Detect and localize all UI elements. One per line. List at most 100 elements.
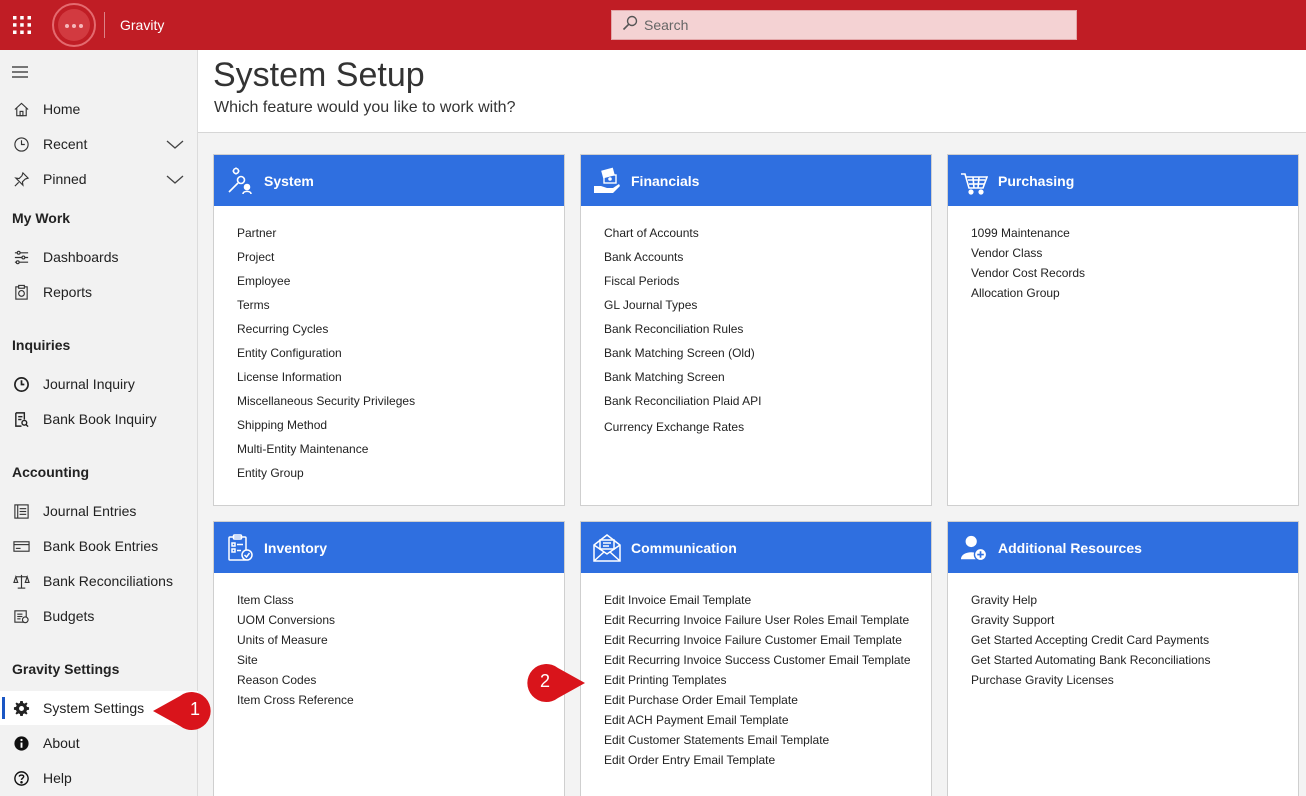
link-license-information[interactable]: License Information — [237, 370, 415, 394]
link-automating-bank-reconciliations[interactable]: Get Started Automating Bank Reconciliati… — [971, 653, 1210, 673]
sidebar-item-budgets[interactable]: Budgets — [0, 599, 198, 633]
card-title: Inventory — [264, 539, 328, 556]
card-header: System — [214, 155, 564, 206]
link-multi-entity-maintenance[interactable]: Multi-Entity Maintenance — [237, 442, 415, 466]
sidebar-item-journal-inquiry[interactable]: Journal Inquiry — [0, 367, 198, 401]
sidebar-item-label: About — [43, 735, 80, 751]
link-gravity-help[interactable]: Gravity Help — [971, 593, 1210, 613]
card-title: System — [264, 172, 314, 189]
link-units-of-measure[interactable]: Units of Measure — [237, 633, 354, 653]
link-gl-journal-types[interactable]: GL Journal Types — [604, 298, 761, 322]
card-inventory: Inventory Item Class UOM Conversions Uni… — [213, 521, 565, 796]
budget-icon — [12, 607, 30, 625]
sidebar-item-home[interactable]: Home — [0, 92, 198, 126]
link-edit-recurring-failure-user-roles[interactable]: Edit Recurring Invoice Failure User Role… — [604, 613, 911, 633]
section-my-work: My Work — [12, 210, 71, 226]
card-financials: Financials Chart of Accounts Bank Accoun… — [580, 154, 932, 506]
page-subtitle: Which feature would you like to work wit… — [214, 99, 516, 116]
link-vendor-class[interactable]: Vendor Class — [971, 246, 1085, 266]
hamburger-menu-icon[interactable] — [12, 64, 28, 78]
sidebar-item-journal-entries[interactable]: Journal Entries — [0, 494, 198, 528]
link-credit-card-payments[interactable]: Get Started Accepting Credit Card Paymen… — [971, 633, 1210, 653]
link-allocation-group[interactable]: Allocation Group — [971, 286, 1085, 306]
callout-number: 2 — [540, 671, 551, 691]
link-chart-of-accounts[interactable]: Chart of Accounts — [604, 226, 761, 250]
info-icon — [12, 734, 30, 752]
sidebar-item-recent[interactable]: Recent — [0, 127, 198, 161]
link-bank-reconciliation-rules[interactable]: Bank Reconciliation Rules — [604, 322, 761, 346]
balance-scale-icon — [12, 572, 30, 590]
sidebar-item-label: System Settings — [43, 700, 145, 716]
link-edit-recurring-success-customer[interactable]: Edit Recurring Invoice Success Customer … — [604, 653, 911, 673]
link-entity-configuration[interactable]: Entity Configuration — [237, 346, 415, 370]
search-icon — [622, 15, 638, 35]
gravity-logo-icon[interactable] — [50, 2, 98, 48]
section-gravity-settings: Gravity Settings — [12, 661, 120, 677]
link-project[interactable]: Project — [237, 250, 415, 274]
resources-link-list: Gravity Help Gravity Support Get Started… — [971, 593, 1210, 693]
card-additional-resources: Additional Resources Gravity Help Gravit… — [947, 521, 1299, 796]
link-recurring-cycles[interactable]: Recurring Cycles — [237, 322, 415, 346]
journal-icon — [12, 502, 30, 520]
card-header: Communication — [581, 522, 931, 573]
callout-marker-2: 2 — [522, 662, 588, 704]
link-gravity-support[interactable]: Gravity Support — [971, 613, 1210, 633]
link-bank-matching-screen-old[interactable]: Bank Matching Screen (Old) — [604, 346, 761, 370]
link-purchase-gravity-licenses[interactable]: Purchase Gravity Licenses — [971, 673, 1210, 693]
search-box[interactable] — [611, 10, 1077, 40]
communication-link-list: Edit Invoice Email Template Edit Recurri… — [604, 593, 911, 773]
link-vendor-cost-records[interactable]: Vendor Cost Records — [971, 266, 1085, 286]
money-hand-icon — [593, 165, 621, 197]
card-header: Financials — [581, 155, 931, 206]
app-name[interactable]: Gravity — [120, 17, 164, 33]
sidebar-item-label: Bank Reconciliations — [43, 573, 173, 589]
link-bank-reconciliation-plaid-api[interactable]: Bank Reconciliation Plaid API — [604, 394, 761, 420]
link-edit-printing-templates[interactable]: Edit Printing Templates — [604, 673, 911, 693]
link-site[interactable]: Site — [237, 653, 354, 673]
link-entity-group[interactable]: Entity Group — [237, 466, 415, 490]
link-bank-matching-screen[interactable]: Bank Matching Screen — [604, 370, 761, 394]
sidebar-item-dashboards[interactable]: Dashboards — [0, 240, 198, 274]
link-item-class[interactable]: Item Class — [237, 593, 354, 613]
link-1099-maintenance[interactable]: 1099 Maintenance — [971, 226, 1085, 246]
link-partner[interactable]: Partner — [237, 226, 415, 250]
sidebar-item-help[interactable]: Help — [0, 761, 198, 795]
link-edit-customer-statements-email[interactable]: Edit Customer Statements Email Template — [604, 733, 911, 753]
callout-marker-1: 1 — [150, 690, 220, 732]
app-launcher-icon[interactable] — [12, 15, 32, 35]
sidebar-item-bank-reconciliations[interactable]: Bank Reconciliations — [0, 564, 198, 598]
sidebar-item-bank-book-inquiry[interactable]: Bank Book Inquiry — [0, 402, 198, 436]
link-item-cross-reference[interactable]: Item Cross Reference — [237, 693, 354, 713]
link-edit-purchase-order-email[interactable]: Edit Purchase Order Email Template — [604, 693, 911, 713]
tools-settings-icon — [226, 165, 254, 197]
page-title: System Setup — [213, 56, 425, 94]
link-fiscal-periods[interactable]: Fiscal Periods — [604, 274, 761, 298]
sidebar-item-bank-book-entries[interactable]: Bank Book Entries — [0, 529, 198, 563]
pin-icon — [12, 170, 30, 188]
link-misc-security-privileges[interactable]: Miscellaneous Security Privileges — [237, 394, 415, 418]
link-edit-recurring-failure-customer[interactable]: Edit Recurring Invoice Failure Customer … — [604, 633, 911, 653]
link-edit-invoice-email-template[interactable]: Edit Invoice Email Template — [604, 593, 911, 613]
card-header: Additional Resources — [948, 522, 1298, 573]
add-user-icon — [960, 532, 988, 564]
chevron-down-icon[interactable] — [166, 172, 184, 186]
link-shipping-method[interactable]: Shipping Method — [237, 418, 415, 442]
link-terms[interactable]: Terms — [237, 298, 415, 322]
bank-card-icon — [12, 537, 30, 555]
search-input[interactable] — [644, 17, 1064, 33]
link-currency-exchange-rates[interactable]: Currency Exchange Rates — [604, 420, 761, 444]
sidebar-item-reports[interactable]: Reports — [0, 275, 198, 309]
chevron-down-icon[interactable] — [166, 137, 184, 151]
link-reason-codes[interactable]: Reason Codes — [237, 673, 354, 693]
link-edit-order-entry-email[interactable]: Edit Order Entry Email Template — [604, 753, 911, 773]
sidebar-item-label: Journal Entries — [43, 503, 137, 519]
link-uom-conversions[interactable]: UOM Conversions — [237, 613, 354, 633]
link-employee[interactable]: Employee — [237, 274, 415, 298]
sidebar-item-label: Journal Inquiry — [43, 376, 135, 392]
card-purchasing: Purchasing 1099 Maintenance Vendor Class… — [947, 154, 1299, 506]
sidebar-item-pinned[interactable]: Pinned — [0, 162, 198, 196]
sidebar-item-label: Home — [43, 101, 81, 117]
link-edit-ach-payment-email[interactable]: Edit ACH Payment Email Template — [604, 713, 911, 733]
topbar-divider — [104, 12, 105, 38]
link-bank-accounts[interactable]: Bank Accounts — [604, 250, 761, 274]
